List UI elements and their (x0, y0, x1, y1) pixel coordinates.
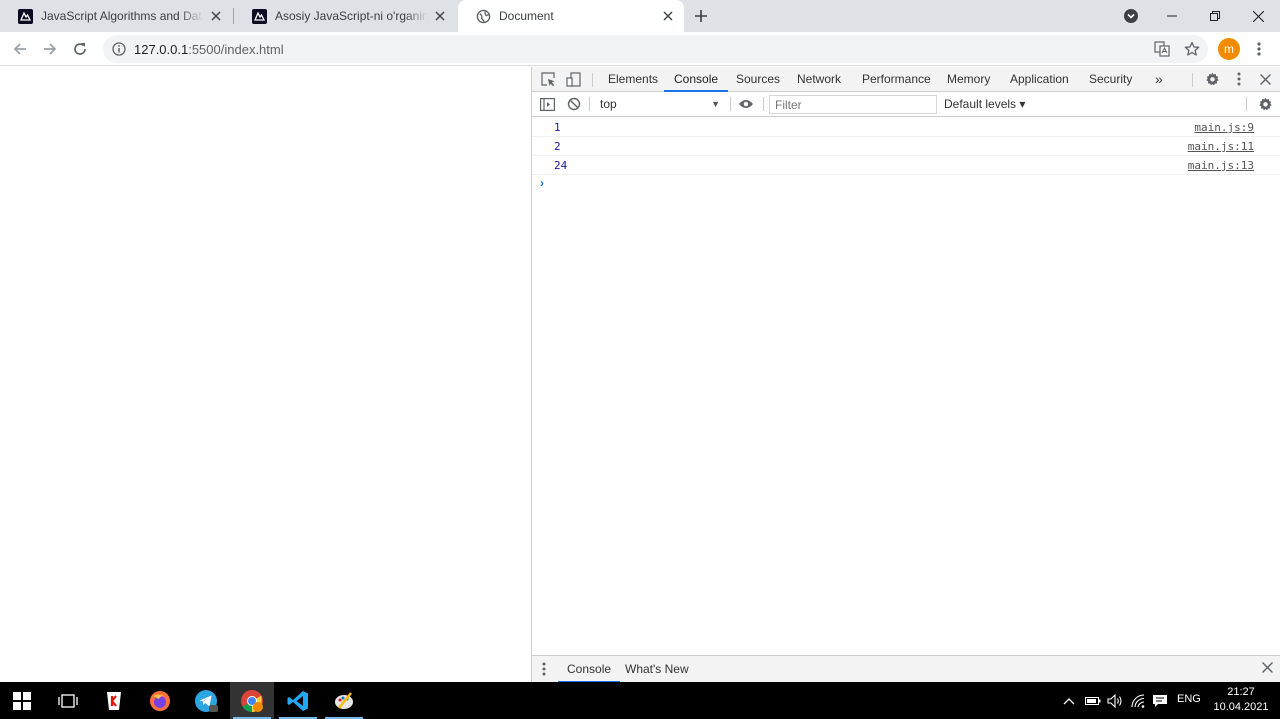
globe-icon (476, 9, 491, 24)
source-link[interactable]: main.js:13 (1188, 159, 1254, 172)
browser-toolbar: 127.0.0.1:5500/index.html m (0, 32, 1280, 66)
devtools-tab-sources[interactable]: Sources (726, 67, 790, 92)
freecodecamp-icon (18, 8, 33, 24)
console-prompt[interactable]: › (532, 175, 1280, 193)
show-hidden-icons-icon[interactable] (1058, 682, 1080, 719)
close-drawer-icon[interactable] (1262, 662, 1273, 673)
volume-icon[interactable] (1104, 682, 1126, 719)
devtools-menu-icon[interactable] (1231, 71, 1247, 87)
chrome-taskbar-icon[interactable] (230, 682, 274, 719)
console-toolbar: top ▼ Default levels ▾ (532, 92, 1280, 117)
console-filter-input[interactable] (769, 95, 937, 114)
browser-tab-1[interactable]: JavaScript Algorithms and Data Structure… (0, 0, 232, 32)
url-text: 127.0.0.1:5500/index.html (134, 42, 284, 57)
log-value: 24 (554, 159, 568, 172)
telegram-icon[interactable] (184, 682, 228, 719)
context-value: top (600, 97, 617, 111)
tab-title: Document (499, 9, 554, 23)
close-icon[interactable] (660, 8, 676, 24)
new-tab-button[interactable] (690, 5, 712, 27)
devtools-tab-security[interactable]: Security (1079, 67, 1142, 92)
devtools-drawer: Console What's New (532, 655, 1280, 683)
inspect-element-icon[interactable] (540, 71, 556, 87)
clock-time: 21:27 (1227, 686, 1255, 698)
translate-icon[interactable] (1150, 37, 1174, 61)
browser-menu-icon[interactable] (1247, 37, 1271, 61)
separator (592, 73, 593, 87)
tab-title: JavaScript Algorithms and Data Structure… (41, 9, 204, 23)
yandex-browser-icon[interactable] (92, 682, 136, 719)
log-levels-dropdown[interactable]: Default levels ▾ (944, 95, 1025, 114)
devtools-tab-memory[interactable]: Memory (937, 67, 1000, 92)
tab-search-button[interactable] (1109, 0, 1153, 32)
prompt-chevron-icon: › (540, 176, 544, 190)
bookmark-star-icon[interactable] (1180, 37, 1204, 61)
console-message: 2 main.js:11 (532, 137, 1280, 156)
more-tabs-icon[interactable]: » (1145, 67, 1173, 92)
close-icon[interactable] (432, 8, 448, 24)
freecodecamp-icon (252, 8, 267, 24)
separator (589, 97, 590, 111)
console-message: 24 main.js:13 (532, 156, 1280, 175)
dropdown-arrow-icon: ▼ (711, 99, 720, 109)
console-messages: 1 main.js:9 2 main.js:11 24 main.js:13 › (532, 118, 1280, 193)
separator (1192, 73, 1193, 87)
start-button[interactable] (0, 682, 44, 719)
console-settings-gear-icon[interactable] (1257, 96, 1273, 112)
browser-tab-2[interactable]: Asosiy JavaScript-ni o'rganing: Recursio… (234, 0, 456, 32)
page-viewport (0, 67, 531, 682)
battery-icon[interactable] (1082, 682, 1104, 719)
firefox-icon[interactable] (138, 682, 182, 719)
forward-button[interactable] (38, 37, 62, 61)
devtools-tab-console[interactable]: Console (664, 67, 729, 92)
separator (730, 97, 731, 111)
windows-taskbar: ENG 21:27 10.04.2021 (0, 682, 1280, 719)
devtools-panel: Elements Console Sources Network Perform… (531, 67, 1280, 683)
devtools-tab-elements[interactable]: Elements (598, 67, 668, 92)
console-message: 1 main.js:9 (532, 118, 1280, 137)
back-button[interactable] (8, 37, 32, 61)
minimize-button[interactable] (1150, 0, 1194, 32)
reload-button[interactable] (68, 37, 92, 61)
profile-avatar[interactable]: m (1218, 38, 1240, 60)
vscode-icon[interactable] (276, 682, 320, 719)
show-sidebar-icon[interactable] (539, 96, 555, 112)
url-host: 127.0.0.1 (134, 42, 189, 57)
source-link[interactable]: main.js:9 (1194, 121, 1254, 134)
log-value: 1 (554, 121, 561, 134)
close-devtools-icon[interactable] (1257, 71, 1273, 87)
context-selector[interactable]: top ▼ (594, 95, 722, 114)
drawer-tab-console[interactable]: Console (558, 656, 621, 683)
separator (1246, 97, 1247, 111)
task-view-icon[interactable] (46, 682, 90, 719)
tab-strip: JavaScript Algorithms and Data Structure… (0, 0, 1280, 32)
url-path: :5500/index.html (188, 42, 284, 57)
devtools-tab-performance[interactable]: Performance (852, 67, 941, 92)
close-window-button[interactable] (1236, 0, 1280, 32)
address-bar[interactable]: 127.0.0.1:5500/index.html (103, 35, 1208, 63)
system-clock[interactable]: 21:27 10.04.2021 (1206, 685, 1276, 715)
separator (763, 97, 764, 111)
devtools-tab-bar: Elements Console Sources Network Perform… (532, 67, 1280, 92)
drawer-menu-icon[interactable] (542, 662, 546, 676)
clear-console-icon[interactable] (566, 96, 582, 112)
action-center-icon[interactable] (1149, 682, 1171, 719)
browser-tab-3[interactable]: Document (458, 0, 684, 32)
log-value: 2 (554, 140, 561, 153)
devtools-tab-network[interactable]: Network (787, 67, 851, 92)
paint-app-icon[interactable] (322, 682, 366, 719)
site-info-icon[interactable] (112, 42, 126, 56)
clock-date: 10.04.2021 (1213, 701, 1269, 713)
devtools-tab-application[interactable]: Application (1000, 67, 1079, 92)
settings-gear-icon[interactable] (1204, 71, 1220, 87)
close-icon[interactable] (208, 8, 224, 24)
input-language[interactable]: ENG (1177, 693, 1201, 705)
device-toolbar-icon[interactable] (565, 71, 581, 87)
live-expression-eye-icon[interactable] (738, 96, 754, 112)
source-link[interactable]: main.js:11 (1188, 140, 1254, 153)
tab-title: Asosiy JavaScript-ni o'rganing: Recursio… (275, 9, 428, 23)
restore-button[interactable] (1193, 0, 1237, 32)
wifi-icon[interactable] (1127, 682, 1149, 719)
drawer-tab-whats-new[interactable]: What's New (616, 656, 698, 683)
